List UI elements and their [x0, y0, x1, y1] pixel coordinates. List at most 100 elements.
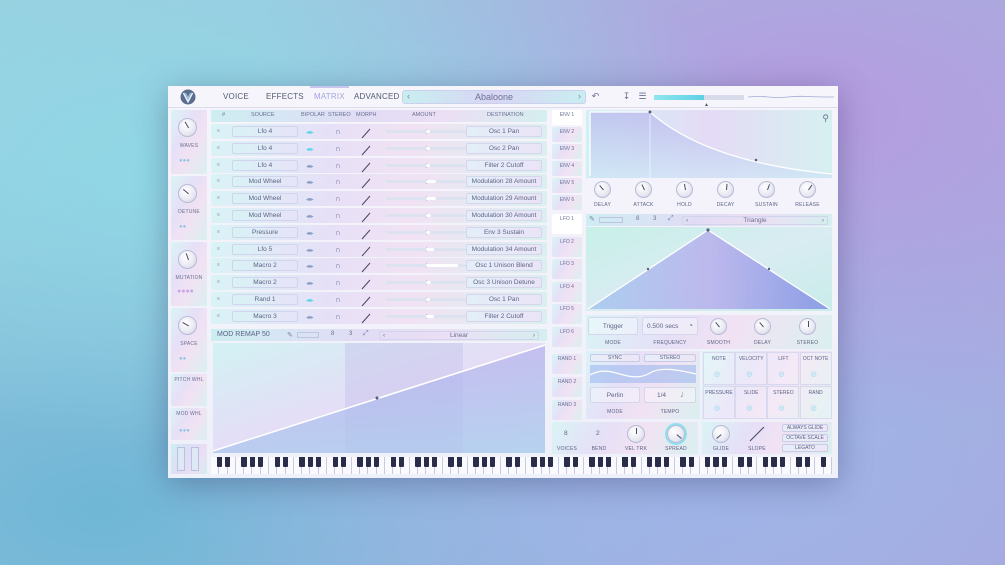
env-decay-knob[interactable] [717, 181, 734, 198]
remap-grid-b[interactable]: 3 [349, 331, 352, 337]
black-key[interactable] [721, 457, 727, 467]
mod-drag-icon[interactable]: ◎ [746, 404, 752, 412]
amount-slider[interactable] [386, 129, 466, 134]
black-key[interactable] [307, 457, 313, 467]
black-key[interactable] [473, 457, 479, 467]
black-key[interactable] [398, 457, 405, 467]
stereo-toggle-icon[interactable]: ∩ [335, 211, 341, 220]
mod-drag-icon[interactable]: ◎ [714, 404, 720, 412]
matrix-destination-selector[interactable]: Osc 1 Pan [466, 294, 542, 305]
mod-drag-icon[interactable]: ◎ [746, 370, 752, 378]
mod-drag-icon[interactable]: ◎ [811, 404, 817, 412]
remap-next-icon[interactable]: › [533, 332, 535, 340]
random-stereo-button[interactable]: STEREO [644, 354, 696, 362]
amount-slider[interactable] [386, 280, 466, 286]
env-release-knob[interactable] [799, 181, 816, 198]
mod-tab-env-2[interactable]: ENV 2 [552, 127, 582, 142]
mod-tab-lfo-3[interactable]: LFO 3 [552, 259, 582, 279]
matrix-row-handle-icon[interactable]: ≡ [217, 145, 220, 151]
black-key[interactable] [299, 457, 305, 467]
black-key[interactable] [241, 457, 247, 467]
matrix-source-selector[interactable]: Macro 3 [232, 310, 298, 322]
black-key[interactable] [340, 457, 347, 467]
amount-slider[interactable] [386, 263, 466, 269]
stereo-toggle-icon[interactable]: ∩ [335, 245, 341, 254]
lfo-expand-icon[interactable]: ⤢ [668, 215, 674, 223]
bipolar-toggle-icon[interactable]: ◂●▸ [306, 163, 314, 170]
matrix-destination-selector[interactable]: Modulation 34 Amount [466, 243, 542, 255]
black-key[interactable] [746, 457, 752, 467]
matrix-source-selector[interactable]: Macro 2 [232, 260, 298, 272]
amount-slider[interactable] [386, 145, 466, 151]
remap-expand-icon[interactable]: ⤢ [363, 330, 369, 338]
zoom-icon[interactable]: ⚲ [822, 113, 829, 124]
black-key[interactable] [539, 457, 545, 467]
undo-icon[interactable]: ↶ [590, 91, 601, 102]
black-key[interactable] [680, 457, 686, 467]
lfo-display[interactable] [586, 227, 832, 311]
spread-knob[interactable] [667, 425, 685, 443]
stereo-toggle-icon[interactable]: ∩ [335, 161, 341, 170]
mod-tab-env-5[interactable]: ENV 5 [552, 178, 582, 193]
remap-shape-preview[interactable] [297, 332, 319, 338]
morph-curve-icon[interactable] [360, 277, 372, 290]
mod-drag-icon[interactable]: ◎ [778, 370, 784, 378]
stereo-toggle-icon[interactable]: ∩ [335, 194, 341, 203]
black-key[interactable] [763, 457, 769, 467]
black-key[interactable] [315, 457, 322, 467]
lfo-prev-icon[interactable]: ‹ [686, 217, 688, 225]
mod-tab-rand-3[interactable]: RAND 3 [552, 400, 582, 420]
mod-source-slide[interactable]: SLIDE ◎ [735, 385, 768, 419]
black-key[interactable] [597, 457, 603, 467]
black-key[interactable] [258, 457, 264, 467]
preset-selector[interactable]: ‹ Abaloone › [402, 90, 586, 104]
matrix-source-selector[interactable]: Lfo 4 [232, 142, 298, 154]
mod-drag-icon[interactable]: ◎ [714, 370, 720, 378]
preset-next-icon[interactable]: › [578, 91, 581, 101]
lfo-next-icon[interactable]: › [822, 217, 824, 225]
pitch-mod-wheels[interactable] [171, 444, 207, 474]
black-key[interactable] [373, 457, 380, 467]
bipolar-toggle-icon[interactable]: ◂●▸ [306, 179, 314, 186]
matrix-destination-selector[interactable]: Filter 2 Cutoff [466, 310, 542, 322]
mod-wheel[interactable] [191, 447, 199, 471]
lfo-grid-a[interactable]: 8 [636, 216, 639, 222]
remap-grid-a[interactable]: 8 [331, 331, 334, 337]
mod-drag-icon[interactable]: ◎ [778, 404, 784, 412]
matrix-row-handle-icon[interactable]: ≡ [217, 229, 220, 235]
save-icon[interactable]: ↧ [621, 91, 632, 102]
matrix-source-selector[interactable]: Lfo 5 [232, 243, 298, 255]
matrix-destination-selector[interactable]: Modulation 28 Amount [466, 176, 542, 188]
black-key[interactable] [531, 457, 537, 467]
black-key[interactable] [564, 457, 570, 467]
black-key[interactable] [456, 457, 463, 467]
envelope-display[interactable] [586, 110, 832, 178]
octave-scale-toggle[interactable]: OCTAVE SCALE [782, 434, 828, 442]
morph-curve-icon[interactable] [360, 126, 372, 139]
matrix-row-handle-icon[interactable]: ≡ [217, 128, 220, 134]
piano-keyboard[interactable] [211, 457, 832, 474]
morph-curve-icon[interactable] [360, 227, 372, 240]
lfo-edit-icon[interactable]: ✎ [589, 215, 595, 223]
bipolar-toggle-icon[interactable]: ◂●▸ [306, 263, 314, 270]
black-key[interactable] [655, 457, 661, 467]
black-key[interactable] [506, 457, 512, 467]
mod-tab-env-1[interactable]: ENV 1 [552, 110, 582, 125]
lfo-stereo-knob[interactable] [799, 318, 816, 335]
matrix-source-selector[interactable]: Mod Wheel [232, 210, 298, 221]
black-key[interactable] [630, 457, 636, 467]
black-key[interactable] [249, 457, 256, 467]
random-sync-button[interactable]: SYNC [590, 354, 640, 362]
mod-tab-env-6[interactable]: ENV 6 [552, 195, 582, 210]
pitch-wheel[interactable] [177, 447, 185, 471]
matrix-source-selector[interactable]: Lfo 4 [232, 159, 298, 171]
mod-tab-env-4[interactable]: ENV 4 [552, 161, 582, 176]
morph-curve-icon[interactable] [360, 143, 372, 156]
matrix-destination-selector[interactable]: Modulation 29 Amount [466, 193, 542, 205]
black-key[interactable] [216, 457, 222, 467]
env-hold-knob[interactable] [676, 181, 693, 198]
black-key[interactable] [274, 457, 280, 467]
macro-knob-space[interactable] [178, 316, 197, 335]
black-key[interactable] [357, 457, 363, 467]
stereo-toggle-icon[interactable]: ∩ [335, 127, 341, 136]
